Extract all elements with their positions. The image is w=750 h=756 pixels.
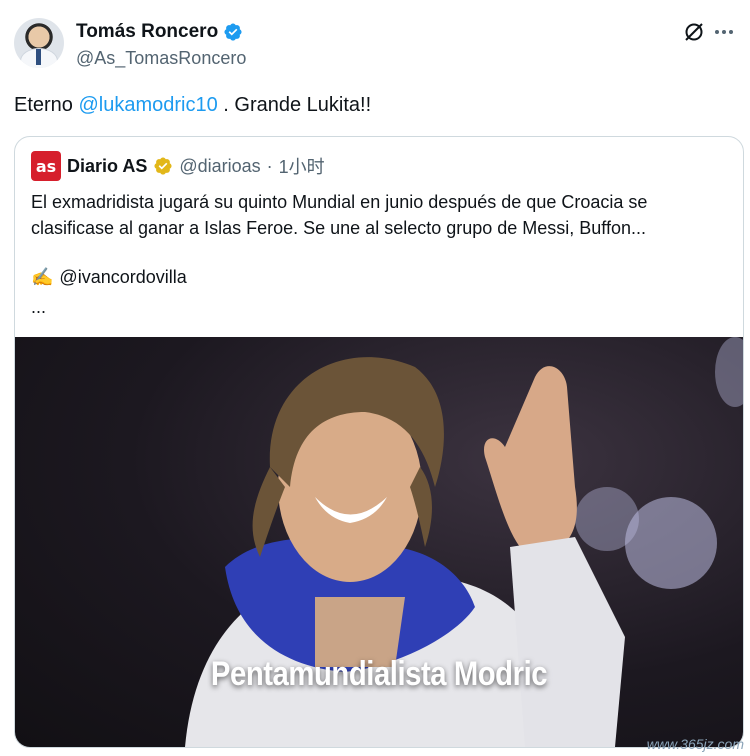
separator-dot: · [266, 155, 273, 176]
avatar-tie [36, 49, 41, 65]
quoted-author-name[interactable]: Diario AS [67, 156, 147, 177]
more-icon[interactable] [712, 20, 736, 44]
quoted-header: as Diario AS @diarioas · 1小时 [31, 151, 325, 181]
verified-badge-icon [224, 23, 242, 41]
signature-handle[interactable]: @ivancordovilla [59, 267, 186, 288]
quoted-signature: ✍️ @ivancordovilla [31, 267, 187, 288]
tweet-text: Eterno @lukamodric10 . Grande Lukita!! [14, 92, 371, 118]
writing-hand-icon: ✍️ [31, 267, 54, 287]
author-avatar[interactable] [14, 18, 64, 68]
gold-verified-badge-icon [154, 157, 172, 175]
quoted-tweet[interactable]: as Diario AS @diarioas · 1小时 El exmadrid… [14, 136, 744, 748]
quoted-timestamp[interactable]: 1小时 [279, 153, 325, 179]
quoted-body: El exmadridista jugará su quinto Mundial… [31, 189, 731, 241]
quoted-handle[interactable]: @diarioas [179, 156, 260, 177]
diario-as-logo[interactable]: as [31, 151, 61, 181]
author-name-row[interactable]: Tomás Roncero [76, 20, 243, 44]
mention-link[interactable]: @lukamodric10 [78, 94, 217, 116]
author-handle[interactable]: @As_TomasRoncero [76, 46, 246, 70]
quoted-ellipsis: ... [31, 297, 47, 317]
tweet-header: Tomás Roncero @As_TomasRoncero [14, 18, 736, 70]
tweet-text-after: . Grande Lukita!! [217, 94, 372, 116]
site-watermark: www.365jz.com [646, 736, 744, 752]
media-caption: Pentamundialista Modric [210, 655, 548, 693]
quoted-media-image[interactable]: Pentamundialista Modric [15, 337, 743, 747]
author-names: Tomás Roncero @As_TomasRoncero [76, 20, 246, 70]
grok-icon[interactable] [682, 20, 706, 44]
tweet-text-before: Eterno [14, 94, 79, 116]
quoted-line: El exmadridista jugará su quinto Mundial… [31, 192, 648, 212]
quoted-line: clasificase al ganar a Islas Feroe. Se u… [31, 218, 647, 238]
author-name[interactable]: Tomás Roncero [76, 20, 218, 44]
